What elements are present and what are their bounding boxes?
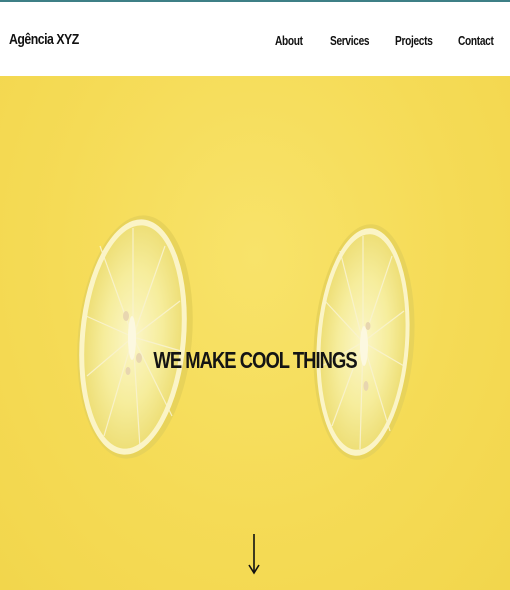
- hero-title-text: WE MAKE COOL THINGS: [153, 347, 357, 374]
- nav-link-about[interactable]: About: [275, 33, 303, 48]
- lemon-slice-left: [77, 215, 193, 459]
- nav-link-services[interactable]: Services: [330, 33, 370, 48]
- hero-section: WE MAKE COOL THINGS: [0, 76, 510, 590]
- brand-logo[interactable]: Agência XYZ: [9, 31, 79, 48]
- hero-background-image: [77, 215, 415, 460]
- nav-link-projects[interactable]: Projects: [395, 33, 433, 48]
- page: Agência XYZ About Services Projects Cont…: [0, 0, 510, 590]
- navbar: Agência XYZ About Services Projects Cont…: [0, 2, 510, 76]
- hero-title: WE MAKE COOL THINGS: [0, 347, 510, 374]
- lemon-slice-right: [313, 224, 415, 460]
- nav-link-contact[interactable]: Contact: [458, 33, 494, 48]
- arrow-down-icon[interactable]: [246, 532, 262, 576]
